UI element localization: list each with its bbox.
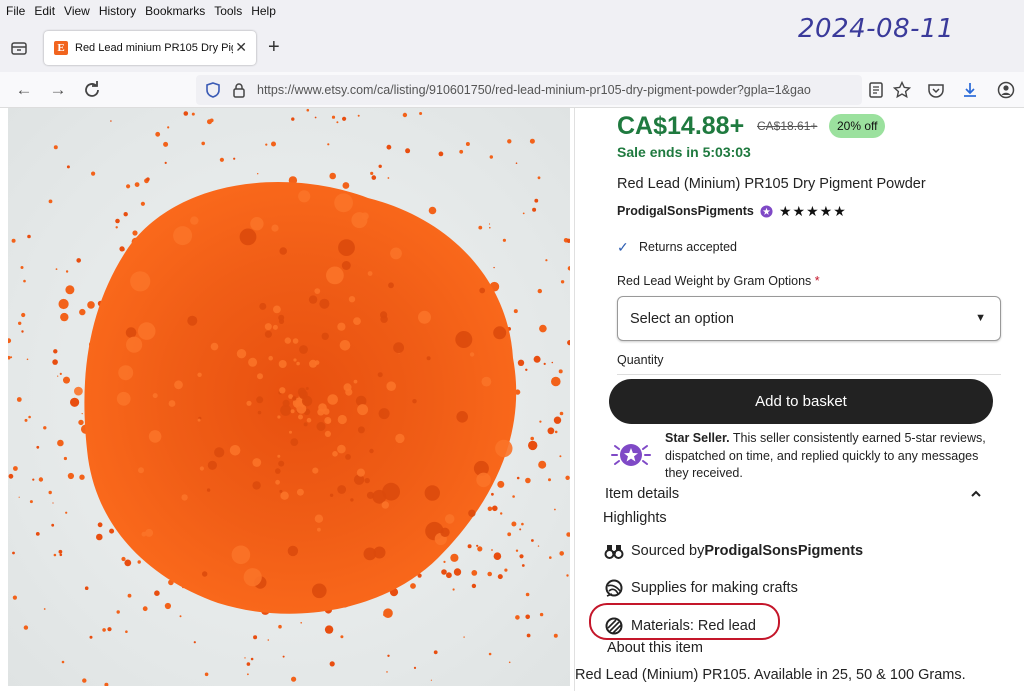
menu-view[interactable]: View: [64, 4, 90, 18]
rating-stars[interactable]: ★★★★★: [779, 203, 847, 220]
etsy-favicon-icon: E: [54, 41, 68, 55]
variation-label: Red Lead Weight by Gram Options *: [617, 274, 820, 288]
highlight-sourced: Sourced by ProdigalSonsPigments: [604, 541, 863, 561]
required-marker: *: [814, 274, 820, 288]
quantity-divider: [617, 374, 1001, 375]
about-item-heading: About this item: [607, 640, 703, 656]
highlights-heading: Highlights: [603, 510, 667, 526]
forward-arrow-icon[interactable]: →: [46, 78, 70, 102]
tab-active[interactable]: E Red Lead minium PR105 Dry Pig ✕: [44, 31, 256, 65]
new-tab-icon[interactable]: +: [268, 36, 280, 59]
sourced-prefix: Sourced by: [631, 543, 705, 559]
caret-down-icon: ▼: [975, 312, 986, 324]
product-title: Red Lead (Minium) PR105 Dry Pigment Powd…: [617, 176, 926, 192]
date-stamp: 2024-08-11: [798, 14, 955, 44]
menu-edit[interactable]: Edit: [34, 4, 55, 18]
variation-label-text: Red Lead Weight by Gram Options: [617, 274, 812, 288]
back-arrow-icon[interactable]: ←: [12, 78, 36, 102]
reader-view-icon[interactable]: [866, 80, 886, 100]
discount-badge: 20% off: [829, 114, 886, 138]
chevron-up-icon[interactable]: [968, 486, 984, 502]
menu-file[interactable]: File: [6, 4, 25, 18]
pigment-powder-image: [8, 108, 570, 686]
close-tab-icon[interactable]: ✕: [235, 39, 247, 56]
account-icon[interactable]: [996, 80, 1016, 100]
lock-icon[interactable]: [230, 81, 248, 99]
star-seller-icon: [611, 444, 651, 466]
supplies-text: Supplies for making crafts: [631, 580, 798, 596]
shop-name-link[interactable]: ProdigalSonsPigments: [617, 204, 754, 218]
address-bar[interactable]: https://www.etsy.com/ca/listing/91060175…: [196, 75, 862, 105]
star-seller-description: Star Seller. This seller consistently ea…: [665, 430, 1003, 483]
weight-select[interactable]: Select an option ▼: [617, 296, 1001, 341]
reload-icon[interactable]: [80, 78, 104, 102]
star-seller-title: Star Seller.: [665, 431, 730, 445]
item-details-heading[interactable]: Item details: [605, 486, 679, 502]
pocket-icon[interactable]: [926, 80, 946, 100]
download-icon[interactable]: [960, 80, 980, 100]
bookmark-star-icon[interactable]: [892, 80, 912, 100]
menu-bookmarks[interactable]: Bookmarks: [145, 4, 205, 18]
highlight-supplies: Supplies for making crafts: [604, 578, 798, 598]
binoculars-icon: [604, 545, 624, 559]
original-price: CA$18.61+: [757, 119, 818, 133]
shield-icon[interactable]: [204, 81, 222, 99]
menu-tools[interactable]: Tools: [214, 4, 242, 18]
check-icon: ✓: [617, 239, 629, 255]
menu-history[interactable]: History: [99, 4, 136, 18]
menu-help[interactable]: Help: [251, 4, 276, 18]
price: CA$14.88+: [617, 112, 745, 140]
annotation-circle: [589, 603, 780, 640]
navigation-bar: ← → https://www.etsy.com/ca/listing/9106…: [0, 72, 1024, 108]
product-image[interactable]: [8, 108, 570, 686]
star-seller-badge-icon: [760, 205, 773, 218]
url-text[interactable]: https://www.etsy.com/ca/listing/91060175…: [257, 83, 860, 97]
tab-title: Red Lead minium PR105 Dry Pig: [75, 42, 233, 54]
yarn-ball-icon: [605, 579, 623, 597]
select-placeholder: Select an option: [630, 311, 734, 327]
column-divider: [574, 108, 575, 691]
sale-countdown: Sale ends in 5:03:03: [617, 144, 751, 160]
description-text: Red Lead (Minium) PR105. Available in 25…: [575, 667, 966, 683]
quantity-label: Quantity: [617, 353, 664, 367]
add-to-basket-button[interactable]: Add to basket: [609, 379, 993, 424]
sourced-shop-link[interactable]: ProdigalSonsPigments: [704, 543, 863, 559]
tab-list-icon[interactable]: [9, 38, 29, 58]
returns-accepted: Returns accepted: [639, 240, 737, 254]
